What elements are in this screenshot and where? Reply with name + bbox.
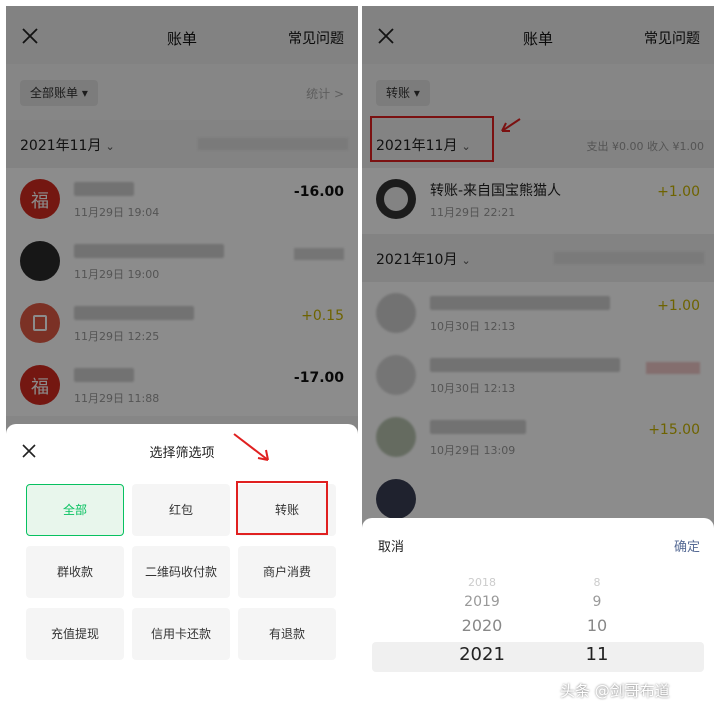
- filter-sheet: 选择筛选项 全部 红包 转账 群收款 二维码收付款 商户消费 充值提现 信用卡还…: [6, 424, 358, 706]
- annotation-box: [236, 481, 328, 535]
- filter-option-refund[interactable]: 有退款: [238, 608, 336, 660]
- month-option: 9: [592, 594, 602, 610]
- sheet-title: 选择筛选项: [149, 446, 215, 461]
- left-screen: 账单 常见问题 全部账单 ▾ 统计 > 2021年11月 ⌄ 福 11月29日 1…: [6, 6, 358, 706]
- filter-option-group-payment[interactable]: 群收款: [26, 546, 124, 598]
- year-option: 2019: [464, 594, 500, 610]
- filter-option-credit-card[interactable]: 信用卡还款: [132, 608, 230, 660]
- month-option: 10: [586, 616, 608, 635]
- filter-option-red-packet[interactable]: 红包: [132, 484, 230, 536]
- year-option: 2018: [468, 576, 496, 589]
- year-option-selected: 2021: [459, 644, 505, 665]
- year-option: 2020: [461, 616, 503, 635]
- month-option-selected: 11: [585, 644, 609, 665]
- filter-option-all[interactable]: 全部: [26, 484, 124, 536]
- filter-option-qr-payment[interactable]: 二维码收付款: [132, 546, 230, 598]
- right-screen: 账单 常见问题 转账 ▾ 2021年11月 ⌄ 支出 ¥0.00 收入 ¥1.00…: [362, 6, 714, 706]
- date-picker-sheet: 取消 确定 2018 2019 2020 2021 8 9 10 11: [362, 518, 714, 706]
- filter-option-merchant[interactable]: 商户消费: [238, 546, 336, 598]
- month-option: 8: [593, 576, 601, 589]
- confirm-button[interactable]: 确定: [674, 536, 700, 555]
- annotation-arrow-icon: [233, 433, 269, 461]
- filter-option-topup-withdraw[interactable]: 充值提现: [26, 608, 124, 660]
- cancel-button[interactable]: 取消: [378, 536, 404, 555]
- watermark: 头条 @剑哥布道: [560, 682, 670, 700]
